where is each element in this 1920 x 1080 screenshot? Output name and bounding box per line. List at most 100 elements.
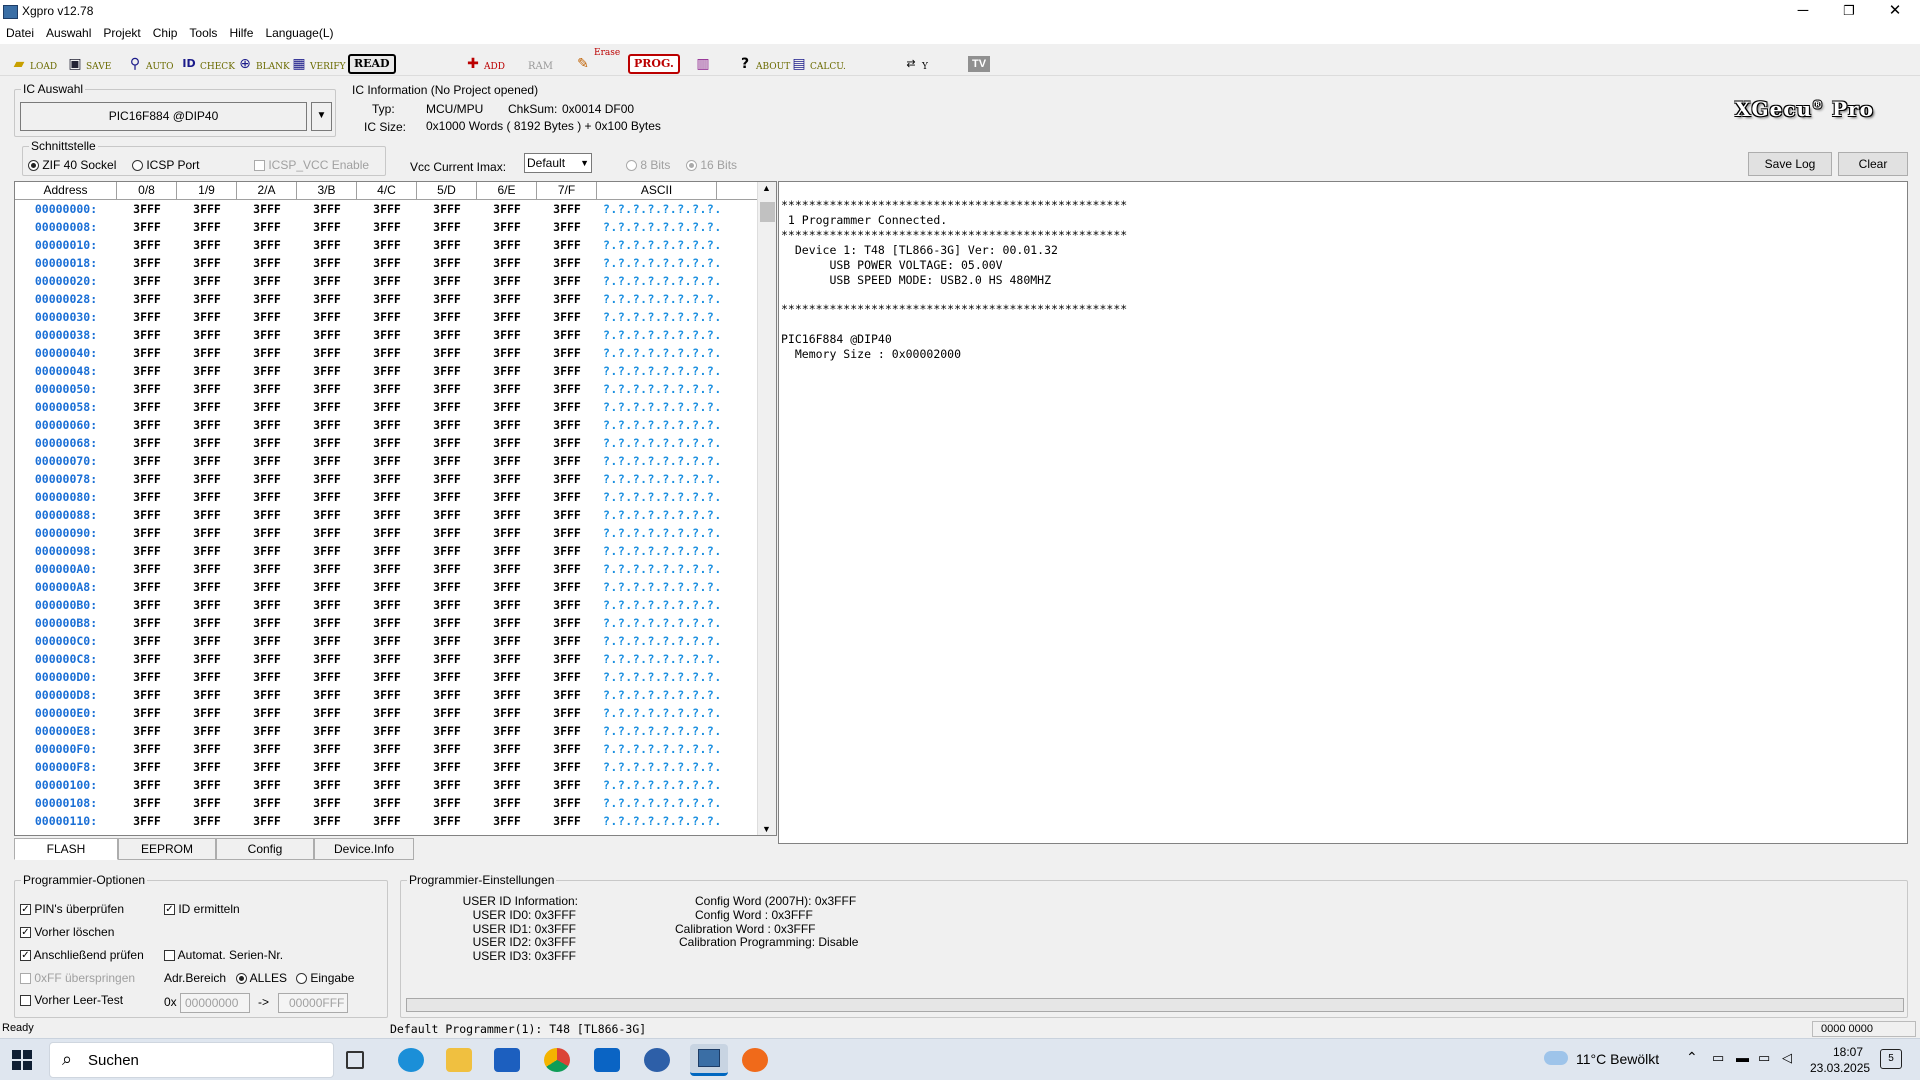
hex-cell[interactable]: 3FFF xyxy=(477,524,537,542)
hex-cell[interactable]: 3FFF xyxy=(297,416,357,434)
hex-cell[interactable]: 3FFF xyxy=(417,236,477,254)
hex-cell[interactable]: 3FFF xyxy=(177,326,237,344)
hex-cell[interactable]: 3FFF xyxy=(237,686,297,704)
hex-cell[interactable]: 3FFF xyxy=(537,452,597,470)
hex-cell[interactable]: 3FFF xyxy=(297,542,357,560)
vcc-select[interactable]: Default ▼ xyxy=(524,153,592,173)
menu-datei[interactable]: Datei xyxy=(0,24,40,42)
hex-cell[interactable]: 3FFF xyxy=(537,470,597,488)
hex-cell[interactable]: 3FFF xyxy=(357,236,417,254)
hex-cell[interactable]: 3FFF xyxy=(477,344,537,362)
hex-cell[interactable]: 3FFF xyxy=(177,650,237,668)
task-view-icon[interactable] xyxy=(346,1051,364,1069)
maximize-button[interactable]: ❐ xyxy=(1826,0,1872,24)
hex-row[interactable]: 00000038: 3FFF 3FFF 3FFF 3FFF 3FFF 3FFF 3FFF 3FF… xyxy=(15,326,757,344)
hex-row[interactable]: 00000058: 3FFF 3FFF 3FFF 3FFF 3FFF 3FFF 3FFF 3FF… xyxy=(15,398,757,416)
hex-cell[interactable]: 3FFF xyxy=(357,308,417,326)
hex-cell[interactable]: 3FFF xyxy=(477,686,537,704)
hex-cell[interactable]: 3FFF xyxy=(117,326,177,344)
hex-cell[interactable]: 3FFF xyxy=(237,308,297,326)
hex-cell[interactable]: 3FFF xyxy=(177,668,237,686)
hex-cell[interactable]: 3FFF xyxy=(357,272,417,290)
hex-cell[interactable]: 3FFF xyxy=(477,434,537,452)
hex-row[interactable]: 000000E0: 3FFF 3FFF 3FFF 3FFF 3FFF 3FFF 3FFF 3FF… xyxy=(15,704,757,722)
hex-cell[interactable]: 3FFF xyxy=(177,272,237,290)
hex-cell[interactable]: 3FFF xyxy=(237,758,297,776)
hex-cell[interactable]: 3FFF xyxy=(417,578,477,596)
hex-cell[interactable]: 3FFF xyxy=(477,542,537,560)
hex-cell[interactable]: 3FFF xyxy=(537,614,597,632)
prog-button[interactable]: PROG. xyxy=(628,50,680,74)
hex-cell[interactable]: 3FFF xyxy=(297,740,357,758)
hex-cell[interactable]: 3FFF xyxy=(417,722,477,740)
hex-cell[interactable]: 3FFF xyxy=(237,488,297,506)
blank-button[interactable]: ⊕ BLANK xyxy=(236,48,290,72)
hex-cell[interactable]: 3FFF xyxy=(357,614,417,632)
hex-cell[interactable]: 3FFF xyxy=(237,398,297,416)
hex-cell[interactable]: 3FFF xyxy=(117,650,177,668)
hex-cell[interactable]: 3FFF xyxy=(117,578,177,596)
hex-cell[interactable]: 3FFF xyxy=(237,290,297,308)
hex-row[interactable]: 00000070: 3FFF 3FFF 3FFF 3FFF 3FFF 3FFF 3FFF 3FF… xyxy=(15,452,757,470)
chevron-up-icon[interactable]: ⌃ xyxy=(1686,1049,1698,1066)
hex-cell[interactable]: 3FFF xyxy=(417,326,477,344)
menu-hilfe[interactable]: Hilfe xyxy=(223,24,259,42)
hex-cell[interactable]: 3FFF xyxy=(417,812,477,830)
hex-cell[interactable]: 3FFF xyxy=(417,560,477,578)
hex-cell[interactable]: 3FFF xyxy=(477,632,537,650)
hex-row[interactable]: 00000080: 3FFF 3FFF 3FFF 3FFF 3FFF 3FFF 3FFF 3FF… xyxy=(15,488,757,506)
menu-language[interactable]: Language(L) xyxy=(259,24,339,42)
swap-button[interactable]: ⇄ Y xyxy=(902,48,928,72)
hex-cell[interactable]: 3FFF xyxy=(237,632,297,650)
hex-cell[interactable]: 3FFF xyxy=(117,506,177,524)
hex-cell[interactable]: 3FFF xyxy=(417,254,477,272)
hex-cell[interactable]: 3FFF xyxy=(297,812,357,830)
hex-cell[interactable]: 3FFF xyxy=(237,794,297,812)
file-explorer-icon[interactable] xyxy=(446,1048,472,1072)
hex-cell[interactable]: 3FFF xyxy=(297,596,357,614)
menu-chip[interactable]: Chip xyxy=(147,24,184,42)
tab-eeprom[interactable]: EEPROM xyxy=(118,838,216,860)
weather-text[interactable]: 11°C Bewölkt xyxy=(1576,1051,1659,1067)
hex-row[interactable]: 000000D8: 3FFF 3FFF 3FFF 3FFF 3FFF 3FFF 3FFF 3FF… xyxy=(15,686,757,704)
hex-cell[interactable]: 3FFF xyxy=(417,542,477,560)
hex-cell[interactable]: 3FFF xyxy=(117,542,177,560)
hex-row[interactable]: 00000028: 3FFF 3FFF 3FFF 3FFF 3FFF 3FFF 3FFF 3FF… xyxy=(15,290,757,308)
hex-row[interactable]: 00000010: 3FFF 3FFF 3FFF 3FFF 3FFF 3FFF 3FFF 3FF… xyxy=(15,236,757,254)
hex-cell[interactable]: 3FFF xyxy=(477,236,537,254)
hex-cell[interactable]: 3FFF xyxy=(417,632,477,650)
hex-cell[interactable]: 3FFF xyxy=(357,758,417,776)
log-output[interactable]: ****************************************… xyxy=(778,181,1908,844)
hex-cell[interactable]: 3FFF xyxy=(477,362,537,380)
app-icon-orange[interactable] xyxy=(742,1048,768,1072)
hex-cell[interactable]: 3FFF xyxy=(237,650,297,668)
hex-cell[interactable]: 3FFF xyxy=(237,560,297,578)
hex-cell[interactable]: 3FFF xyxy=(117,470,177,488)
hex-cell[interactable]: 3FFF xyxy=(477,776,537,794)
range-input-radio[interactable]: Eingabe xyxy=(296,971,354,985)
hex-row[interactable]: 00000068: 3FFF 3FFF 3FFF 3FFF 3FFF 3FFF 3FFF 3FF… xyxy=(15,434,757,452)
hex-cell[interactable]: 3FFF xyxy=(477,668,537,686)
hex-cell[interactable]: 3FFF xyxy=(537,578,597,596)
ram-button[interactable]: RAM xyxy=(528,48,553,72)
hex-row[interactable]: 00000078: 3FFF 3FFF 3FFF 3FFF 3FFF 3FFF 3FFF 3FF… xyxy=(15,470,757,488)
hex-cell[interactable]: 3FFF xyxy=(237,254,297,272)
hex-cell[interactable]: 3FFF xyxy=(297,506,357,524)
hex-cell[interactable]: 3FFF xyxy=(357,254,417,272)
hex-cell[interactable]: 3FFF xyxy=(357,668,417,686)
hex-cell[interactable]: 3FFF xyxy=(477,794,537,812)
hex-cell[interactable]: 3FFF xyxy=(477,416,537,434)
hex-cell[interactable]: 3FFF xyxy=(417,362,477,380)
hex-cell[interactable]: 3FFF xyxy=(237,434,297,452)
hex-cell[interactable]: 3FFF xyxy=(537,722,597,740)
hex-cell[interactable]: 3FFF xyxy=(417,398,477,416)
hex-cell[interactable]: 3FFF xyxy=(537,200,597,218)
hex-cell[interactable]: 3FFF xyxy=(177,308,237,326)
close-button[interactable]: ✕ xyxy=(1872,0,1918,24)
hex-row[interactable]: 00000020: 3FFF 3FFF 3FFF 3FFF 3FFF 3FFF 3FFF 3FF… xyxy=(15,272,757,290)
scroll-down-icon[interactable]: ▼ xyxy=(762,824,771,834)
zif-radio[interactable]: ZIF 40 Sockel xyxy=(28,158,116,172)
hex-cell[interactable]: 3FFF xyxy=(177,560,237,578)
app-icon-blue[interactable] xyxy=(644,1048,670,1072)
hex-cell[interactable]: 3FFF xyxy=(357,200,417,218)
